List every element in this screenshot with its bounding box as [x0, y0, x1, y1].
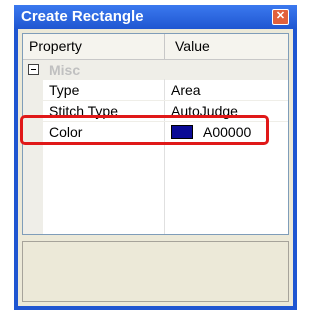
category-label: Misc [49, 62, 81, 78]
highlight-box [20, 115, 269, 145]
window-title: Create Rectangle [21, 8, 144, 25]
window-client-area: Property Value Misc Type Area Stitch Typ… [18, 29, 293, 306]
close-icon[interactable]: ✕ [272, 9, 289, 25]
header-property[interactable]: Property [29, 34, 82, 59]
create-rectangle-window: Create Rectangle ✕ Property Value Misc T… [14, 5, 297, 310]
title-bar[interactable]: Create Rectangle ✕ [14, 5, 297, 29]
property-row-type[interactable]: Type Area [23, 80, 288, 100]
category-row-misc[interactable]: Misc [23, 60, 288, 80]
property-value[interactable]: Area [171, 80, 201, 100]
minus-box-icon[interactable] [28, 64, 39, 75]
header-separator[interactable] [164, 34, 165, 59]
property-name: Type [49, 82, 80, 98]
description-panel [22, 241, 289, 302]
header-value[interactable]: Value [175, 34, 210, 59]
grid-header: Property Value [23, 34, 288, 60]
